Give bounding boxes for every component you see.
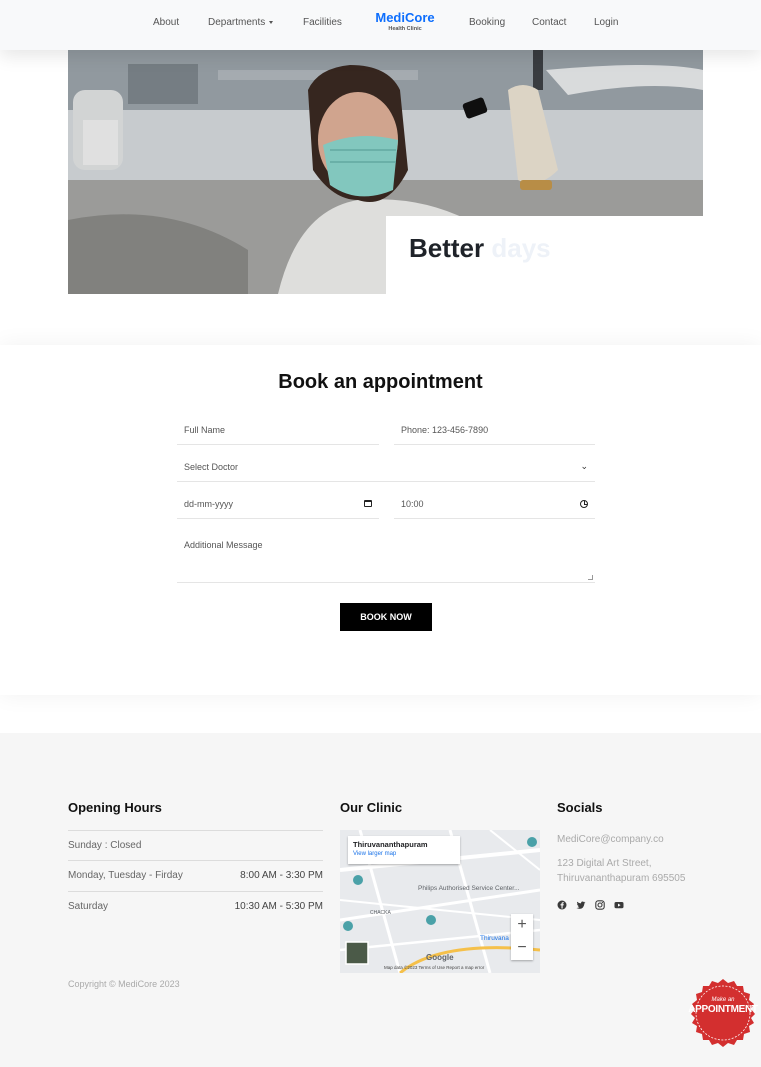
nav-contact[interactable]: Contact — [532, 17, 566, 28]
map-label-chacka: CHACKA — [370, 910, 392, 916]
our-clinic-title: Our Clinic — [340, 800, 403, 815]
message-placeholder: Additional Message — [184, 540, 263, 550]
view-larger-map-link[interactable]: View larger map — [353, 851, 455, 857]
badge-big-text: APPOINTMENT — [688, 1004, 758, 1015]
booking-title: Book an appointment — [278, 371, 483, 393]
contact-email[interactable]: MediCore@company.co — [557, 833, 664, 846]
brand-logo[interactable]: MediCore Health Clinic — [366, 10, 444, 33]
calendar-icon[interactable] — [364, 500, 372, 507]
phone-field[interactable]: Phone: 123-456-7890 — [394, 415, 595, 445]
map-attribution[interactable]: Map data ©2023 Terms of Use Report a map… — [384, 965, 484, 970]
zoom-in-button[interactable]: + — [511, 914, 533, 937]
nav-facilities[interactable]: Facilities — [303, 17, 342, 28]
facebook-icon[interactable] — [557, 900, 567, 910]
hours-day: Monday, Tuesday - Firday — [68, 870, 183, 881]
hours-day: Sunday : Closed — [68, 840, 142, 851]
date-placeholder: dd-mm-yyyy — [184, 498, 233, 509]
map-place-card: Thiruvananthapuram View larger map — [348, 836, 460, 864]
footer: Opening Hours Sunday : Closed Monday, Tu… — [0, 733, 761, 1067]
date-field[interactable]: dd-mm-yyyy — [177, 489, 379, 519]
map-zoom-controls: + − — [511, 914, 533, 960]
hours-time: 10:30 AM - 5:30 PM — [234, 901, 323, 912]
zoom-out-button[interactable]: − — [511, 937, 533, 960]
map-place-name: Thiruvananthapuram — [353, 840, 428, 849]
map-label-philips: Philips Authorised Service Center... — [418, 885, 520, 892]
book-now-button[interactable]: BOOK NOW — [340, 603, 432, 631]
hero-title-faded: days — [491, 233, 551, 263]
opening-hours-title: Opening Hours — [68, 800, 162, 815]
time-value: 10:00 — [401, 498, 424, 509]
map-label-city: Thiruvana — [480, 935, 509, 942]
doctor-select[interactable]: Select Doctor ⌄ — [177, 452, 595, 482]
badge-text: Make an APPOINTMENT — [688, 997, 758, 1015]
clinic-map[interactable]: Philips Authorised Service Center... CHA… — [340, 830, 540, 973]
hours-time: 8:00 AM - 3:30 PM — [240, 870, 323, 881]
social-icons — [557, 900, 624, 910]
hours-row: Saturday 10:30 AM - 5:30 PM — [68, 891, 323, 921]
nav-about[interactable]: About — [153, 17, 179, 28]
hours-row: Monday, Tuesday - Firday 8:00 AM - 3:30 … — [68, 860, 323, 890]
hours-day: Saturday — [68, 901, 109, 912]
message-textarea[interactable]: Additional Message — [177, 533, 595, 583]
phone-placeholder: Phone: 123-456-7890 — [401, 424, 489, 435]
youtube-icon[interactable] — [614, 900, 624, 910]
caret-down-icon — [269, 20, 274, 24]
nav-login[interactable]: Login — [594, 17, 618, 28]
badge-small-text: Make an — [711, 997, 735, 1003]
hero-title-main: Better — [409, 233, 485, 263]
hero-card: Better days — [386, 216, 703, 294]
brand-subtitle: Health Clinic — [388, 26, 422, 32]
clock-icon[interactable] — [580, 499, 588, 508]
resize-handle-icon[interactable] — [588, 575, 593, 580]
nav-departments-label: Departments — [208, 17, 266, 28]
socials-title: Socials — [557, 800, 603, 815]
nav-booking[interactable]: Booking — [469, 17, 505, 28]
full-name-field[interactable]: Full Name — [177, 415, 379, 445]
full-name-placeholder: Full Name — [184, 424, 226, 435]
copyright: Copyright © MediCore 2023 — [68, 979, 180, 989]
address-line-1: 123 Digital Art Street, — [557, 858, 652, 869]
booking-section: Book an appointment Full Name Phone: 123… — [0, 345, 761, 695]
make-appointment-badge[interactable]: Make an APPOINTMENT — [688, 978, 758, 1048]
hero-title: Better days — [409, 233, 551, 264]
address-line-2: Thiruvananthapuram 695505 — [557, 873, 686, 884]
doctor-select-value: Select Doctor — [184, 461, 239, 472]
chevron-down-icon: ⌄ — [580, 461, 588, 471]
navbar: About Departments Facilities MediCore He… — [0, 0, 761, 50]
nav-departments[interactable]: Departments — [208, 17, 274, 28]
brand-name: MediCore — [375, 10, 435, 25]
twitter-icon[interactable] — [576, 900, 586, 910]
instagram-icon[interactable] — [595, 900, 605, 910]
time-field[interactable]: 10:00 — [394, 489, 595, 519]
google-logo: Google — [426, 953, 454, 962]
hours-row: Sunday : Closed — [68, 830, 323, 860]
